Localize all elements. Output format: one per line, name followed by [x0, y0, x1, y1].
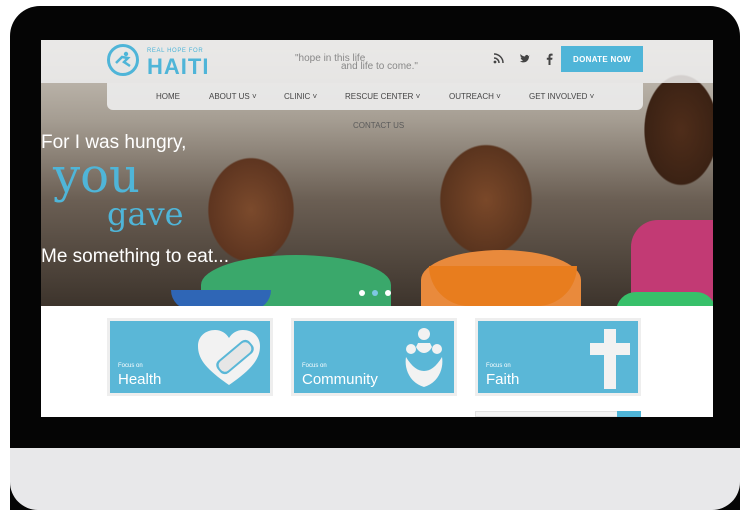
nav-about-us[interactable]: ABOUT US ˅	[209, 92, 257, 101]
nav-get-involved[interactable]: GET INVOLVED ˅	[529, 92, 594, 101]
card-title: Community	[302, 371, 378, 388]
carousel-dots	[359, 290, 391, 296]
card-title: Faith	[486, 371, 520, 388]
donate-button[interactable]: DONATE NOW	[561, 46, 643, 72]
device-chin	[10, 448, 740, 510]
website-screen: For I was hungry, you gave Me something …	[41, 40, 713, 417]
card-focus-label: Focus on	[302, 363, 327, 369]
hero-line-2: you	[53, 148, 140, 204]
hero-line-4: Me something to eat...	[41, 246, 229, 267]
nav-outreach[interactable]: OUTREACH ˅	[449, 92, 501, 101]
main-nav: HOME ABOUT US ˅ CLINIC ˅ RESCUE CENTER ˅…	[107, 83, 643, 130]
focus-card-health[interactable]: Focus on Health	[107, 318, 273, 396]
card-focus-label: Focus on	[486, 363, 511, 369]
logo-runner-icon	[107, 44, 139, 76]
nav-home[interactable]: HOME	[156, 92, 180, 101]
focus-cards-section: Focus on Health Focus on Community Focus…	[41, 306, 713, 417]
twitter-icon[interactable]	[519, 53, 531, 68]
carousel-dot-2[interactable]	[372, 290, 378, 296]
card-title: Health	[118, 371, 162, 388]
nav-contact-us[interactable]: CONTACT US	[353, 121, 404, 130]
card-focus-label: Focus on	[118, 363, 143, 369]
cross-icon	[590, 329, 630, 389]
rss-icon[interactable]	[493, 53, 504, 68]
tagline-line-2: and life to come."	[341, 61, 418, 72]
nav-rescue-center[interactable]: RESCUE CENTER ˅	[345, 92, 420, 101]
family-icon	[405, 328, 443, 387]
site-header: REAL HOPE FOR HAITI "hope in this life a…	[41, 40, 713, 83]
search-button[interactable]	[617, 411, 641, 417]
hero-line-3: gave	[107, 195, 184, 233]
focus-card-community[interactable]: Focus on Community	[291, 318, 457, 396]
carousel-dot-3[interactable]	[385, 290, 391, 296]
site-logo[interactable]: REAL HOPE FOR HAITI	[107, 44, 227, 80]
logo-text: HAITI	[147, 54, 210, 79]
nav-clinic[interactable]: CLINIC ˅	[284, 92, 317, 101]
facebook-icon[interactable]	[546, 53, 553, 68]
carousel-dot-1[interactable]	[359, 290, 365, 296]
heart-bandage-icon	[198, 330, 260, 385]
orange-bowl	[429, 266, 577, 306]
social-links	[493, 53, 553, 68]
focus-card-faith[interactable]: Focus on Faith	[475, 318, 641, 396]
